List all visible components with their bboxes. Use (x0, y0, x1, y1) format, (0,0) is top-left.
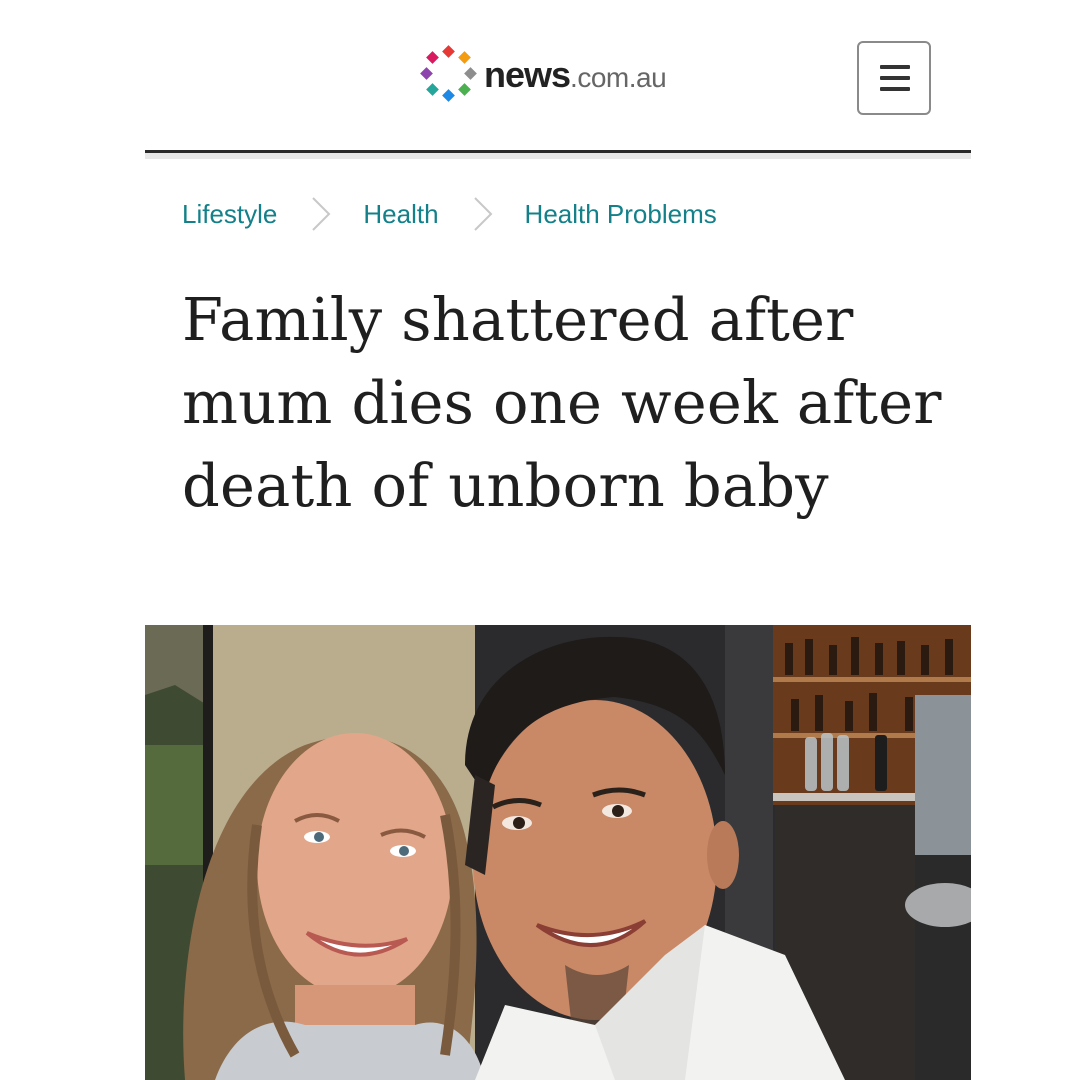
site-logo[interactable]: news.com.au (420, 45, 667, 104)
hamburger-menu-icon-bar (880, 76, 910, 80)
logo-text-bold: news (484, 54, 571, 95)
chevron-right-icon (301, 196, 341, 232)
breadcrumb: Lifestyle Health Health Problems (182, 196, 717, 232)
hamburger-menu-icon (880, 65, 910, 69)
logo-wordmark: news.com.au (484, 54, 667, 95)
article-headline: Family shattered after mum dies one week… (182, 285, 942, 520)
photo-couple-selfie (145, 625, 971, 1080)
breadcrumb-health[interactable]: Health (363, 199, 438, 230)
breadcrumb-lifestyle[interactable]: Lifestyle (182, 199, 277, 230)
site-header: news.com.au (0, 0, 1080, 150)
chevron-right-icon (463, 196, 503, 232)
article-hero-photo[interactable] (145, 625, 971, 1080)
menu-button[interactable] (857, 41, 931, 115)
header-divider-shadow (145, 153, 971, 159)
hamburger-menu-icon-bar (880, 87, 910, 91)
logo-text-domain: .com.au (570, 62, 667, 93)
breadcrumb-health-problems[interactable]: Health Problems (525, 199, 717, 230)
news-logo-mark-icon (420, 45, 478, 104)
